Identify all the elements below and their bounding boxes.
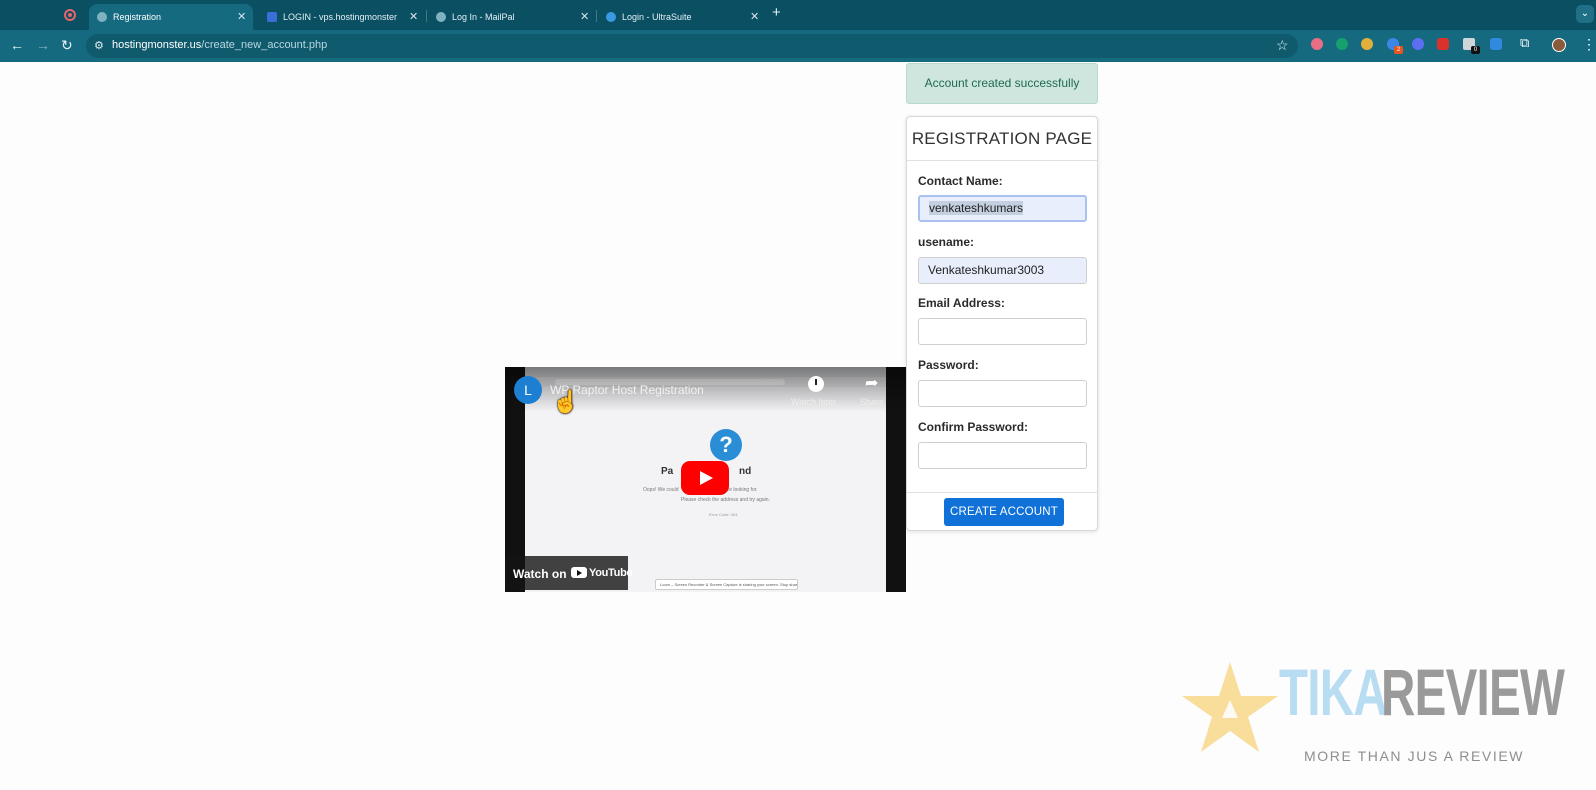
password-label: Password: [918, 358, 979, 372]
chrome-extension-icon[interactable] [1361, 38, 1373, 50]
watermark-star-icon [1182, 662, 1278, 752]
tab-title: Registration [113, 12, 162, 22]
new-tab-button[interactable]: + [772, 4, 781, 21]
email-field[interactable] [918, 318, 1087, 345]
tab-divider [426, 10, 427, 22]
inner-line-2: Please check the address and try again. [681, 497, 770, 503]
tab-mailpal[interactable]: Log In - MailPal ✕ [428, 4, 592, 30]
site-settings-icon[interactable]: ⚙ [94, 39, 104, 52]
contact-name-value: venkateshkumars [929, 201, 1024, 215]
browser-menu-icon[interactable]: ⋮ [1582, 36, 1596, 53]
watermark-tagline: MORE THAN JUS A REVIEW [1304, 748, 1525, 764]
close-icon[interactable]: ✕ [237, 4, 246, 30]
loom-sharing-bar: Loom – Screen Recorder & Screen Capture … [655, 579, 798, 590]
watch-on-youtube-button[interactable]: Watch on YouTube [505, 556, 633, 590]
ultrasuite-icon [606, 12, 616, 22]
tab-title: Login - UltraSuite [622, 12, 692, 22]
browser-toolbar: ← → ↻ ⚙ hostingmonster.us/create_new_acc… [0, 30, 1596, 62]
recording-icon [64, 9, 76, 21]
extension-icon-8[interactable] [1490, 38, 1502, 50]
play-button[interactable] [681, 461, 729, 495]
share-icon[interactable]: ➦ [865, 373, 878, 393]
tab-login-vps[interactable]: LOGIN - vps.hostingmonster ✕ [259, 4, 423, 30]
reload-button[interactable]: ↻ [61, 37, 73, 54]
profile-avatar[interactable] [1552, 38, 1566, 52]
tab-registration[interactable]: Registration ✕ [89, 4, 253, 30]
extension-icon-6[interactable] [1437, 38, 1449, 50]
address-bar[interactable]: ⚙ hostingmonster.us/create_new_account.p… [86, 34, 1298, 58]
close-icon[interactable]: ✕ [580, 4, 589, 30]
watermark-word-review: REVIEW [1381, 655, 1565, 729]
email-label: Email Address: [918, 296, 1005, 310]
success-alert: Account created successfully [906, 63, 1098, 104]
card-divider [907, 492, 1097, 493]
extension-badge: 0 [1471, 46, 1480, 54]
watch-on-label: Watch on [513, 567, 567, 581]
youtube-wordmark: YouTube [589, 567, 633, 579]
page-title: REGISTRATION PAGE [907, 117, 1097, 161]
url-text: hostingmonster.us/create_new_account.php [112, 39, 328, 51]
hand-cursor-icon: ☝ [552, 389, 580, 414]
watch-later-icon[interactable] [808, 376, 824, 392]
confirm-password-label: Confirm Password: [918, 420, 1029, 434]
username-label: usename: [918, 235, 975, 249]
youtube-logo-icon [571, 567, 587, 578]
confirm-password-field[interactable] [918, 442, 1087, 469]
watermark-word-tika: TIKA [1279, 655, 1388, 729]
registration-card: REGISTRATION PAGE Contact Name: venkates… [906, 116, 1098, 531]
extension-icon-1[interactable] [1311, 38, 1323, 50]
contact-name-label: Contact Name: [918, 174, 1003, 188]
share-label: Share [860, 397, 885, 407]
tab-divider [596, 10, 597, 22]
tab-title: Log In - MailPal [452, 12, 515, 22]
close-icon[interactable]: ✕ [750, 4, 759, 30]
extensions-puzzle-icon[interactable]: ⧉ [1520, 35, 1529, 51]
forward-button[interactable]: → [36, 37, 50, 53]
inner-footer: Error Code: 404 [709, 512, 738, 517]
globe-icon [97, 12, 107, 22]
watch-later-label: Watch later [791, 397, 837, 407]
bookmark-star-icon[interactable]: ☆ [1276, 37, 1289, 54]
hostingmonster-icon [267, 12, 277, 22]
extension-badge: 2 [1394, 46, 1403, 54]
channel-avatar[interactable]: L [514, 376, 542, 404]
tab-search-button[interactable]: ⌄ [1576, 5, 1594, 23]
tab-ultrasuite[interactable]: Login - UltraSuite ✕ [598, 4, 762, 30]
globe-icon [436, 12, 446, 22]
tab-strip: Registration ✕ LOGIN - vps.hostingmonste… [0, 0, 1596, 30]
inner-heading-right: nd [739, 466, 752, 477]
contact-name-field[interactable]: venkateshkumars [918, 195, 1087, 222]
tab-title: LOGIN - vps.hostingmonster [283, 12, 398, 22]
create-account-button[interactable]: CREATE ACCOUNT [944, 498, 1064, 526]
back-button[interactable]: ← [10, 37, 24, 53]
username-value: Venkateshkumar3003 [928, 263, 1045, 277]
grammarly-icon[interactable] [1336, 38, 1348, 50]
password-field[interactable] [918, 380, 1087, 407]
username-field[interactable]: Venkateshkumar3003 [918, 257, 1087, 284]
inner-heading-left: Pa [661, 466, 674, 477]
question-icon: ? [710, 429, 742, 461]
extension-icon-5[interactable] [1412, 38, 1424, 50]
close-icon[interactable]: ✕ [409, 4, 418, 30]
